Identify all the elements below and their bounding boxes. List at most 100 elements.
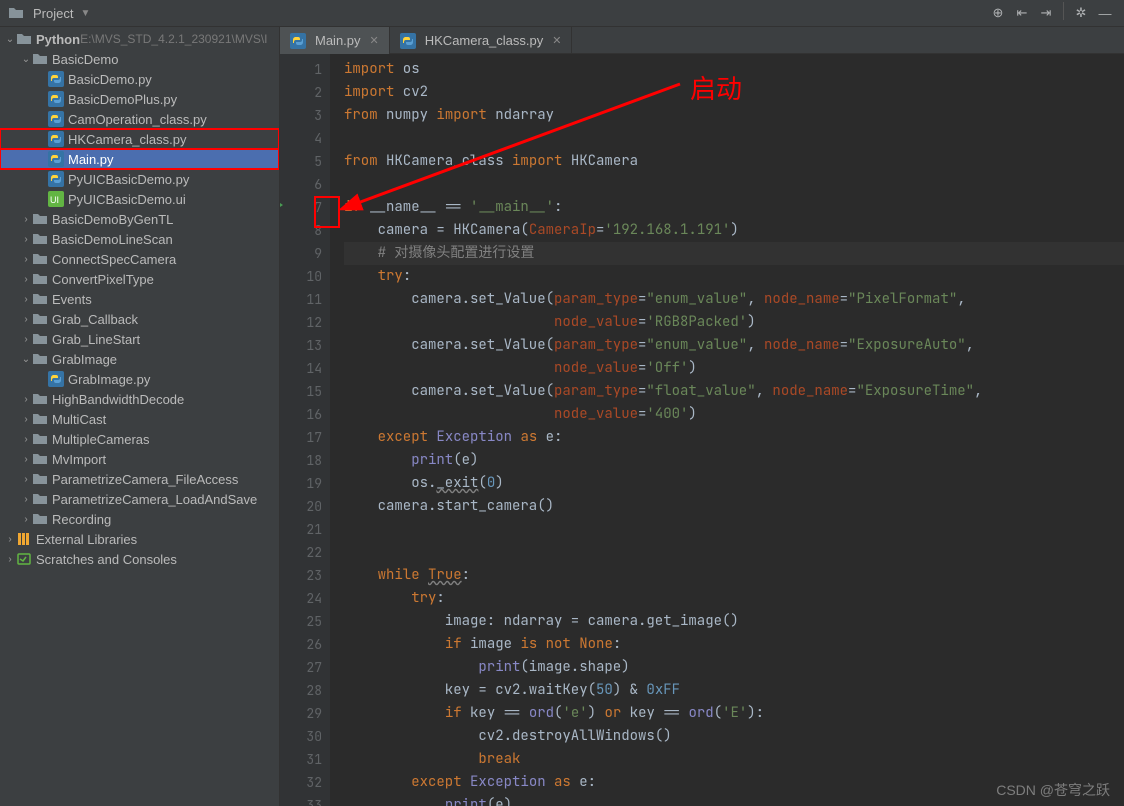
editor-tab[interactable]: HKCamera_class.py✕ xyxy=(390,27,573,54)
dir-icon xyxy=(32,271,48,287)
chevron-icon[interactable]: ⌄ xyxy=(4,34,16,45)
tree-item[interactable]: ›MultipleCameras xyxy=(0,429,279,449)
collapse-icon[interactable]: ⇤ xyxy=(1011,2,1033,24)
code-line[interactable]: try: xyxy=(344,265,1124,288)
tree-item[interactable]: › BasicDemoLineScan xyxy=(0,229,279,249)
code-line[interactable]: key = cv2.waitKey(50) & 0xFF xyxy=(344,679,1124,702)
chevron-icon[interactable]: › xyxy=(20,494,32,505)
code-line[interactable]: break xyxy=(344,748,1124,771)
chevron-icon[interactable]: › xyxy=(20,274,32,285)
chevron-icon[interactable]: › xyxy=(20,214,32,225)
close-icon[interactable]: ✕ xyxy=(370,34,379,47)
svg-text:UI: UI xyxy=(50,195,59,205)
chevron-icon[interactable]: › xyxy=(20,514,32,525)
gear-icon[interactable]: ✲ xyxy=(1070,2,1092,24)
project-panel-header: Project ▼ ⊕ ⇤ ⇥ ✲ — xyxy=(0,0,1124,27)
py-icon xyxy=(48,111,64,127)
tree-item[interactable]: ›Scratches and Consoles xyxy=(0,549,279,569)
code-line[interactable]: node_value='RGB8Packed') xyxy=(344,311,1124,334)
tree-item[interactable]: GrabImage.py xyxy=(0,369,279,389)
dir-icon xyxy=(32,211,48,227)
chevron-icon[interactable]: ⌄ xyxy=(20,354,32,365)
chevron-icon[interactable]: ⌄ xyxy=(20,54,32,65)
code-line[interactable]: camera.set_Value(param_type="enum_value"… xyxy=(344,334,1124,357)
tree-label: BasicDemoLineScan xyxy=(52,232,173,247)
tree-item[interactable]: ⌄Python E:\MVS_STD_4.2.1_230921\MVS\I xyxy=(0,29,279,49)
editor-tab[interactable]: Main.py✕ xyxy=(280,27,390,54)
code-line[interactable]: except Exception as e: xyxy=(344,426,1124,449)
code-line[interactable]: node_value='400') xyxy=(344,403,1124,426)
chevron-icon[interactable]: › xyxy=(20,454,32,465)
chevron-icon[interactable]: › xyxy=(20,294,32,305)
chevron-icon[interactable]: › xyxy=(20,414,32,425)
tree-item[interactable]: ›External Libraries xyxy=(0,529,279,549)
code-line[interactable] xyxy=(344,541,1124,564)
code-line[interactable]: while True: xyxy=(344,564,1124,587)
tree-item[interactable]: CamOperation_class.py xyxy=(0,109,279,129)
code-line[interactable]: node_value='Off') xyxy=(344,357,1124,380)
tree-item[interactable]: ›MultiCast xyxy=(0,409,279,429)
tree-item[interactable]: ›ParametrizeCamera_FileAccess xyxy=(0,469,279,489)
run-highlight-box xyxy=(314,196,340,228)
code-line[interactable]: image: ndarray = camera.get_image() xyxy=(344,610,1124,633)
code-line[interactable]: from numpy import ndarray xyxy=(344,104,1124,127)
code-line[interactable]: camera.start_camera() xyxy=(344,495,1124,518)
chevron-icon[interactable]: › xyxy=(20,394,32,405)
chevron-icon[interactable]: › xyxy=(20,234,32,245)
code-line[interactable]: if __name__ == '__main__': xyxy=(344,196,1124,219)
tree-item[interactable]: ›ConvertPixelType xyxy=(0,269,279,289)
code-line[interactable]: # 对摄像头配置进行设置 xyxy=(344,242,1124,265)
chevron-icon[interactable]: › xyxy=(4,554,16,565)
code-line[interactable] xyxy=(344,173,1124,196)
expand-icon[interactable]: ⇥ xyxy=(1035,2,1057,24)
tree-item[interactable]: PyUICBasicDemo.py xyxy=(0,169,279,189)
chevron-icon[interactable]: › xyxy=(20,474,32,485)
code-editor[interactable]: import osimport cv2from numpy import nda… xyxy=(330,54,1124,806)
code-line[interactable]: from HKCamera_class import HKCamera xyxy=(344,150,1124,173)
tree-item[interactable]: ›Grab_LineStart xyxy=(0,329,279,349)
chevron-icon[interactable]: › xyxy=(20,254,32,265)
code-line[interactable]: try: xyxy=(344,587,1124,610)
code-line[interactable] xyxy=(344,127,1124,150)
tree-item[interactable]: ›ConnectSpecCamera xyxy=(0,249,279,269)
code-line[interactable]: if image is not None: xyxy=(344,633,1124,656)
tree-item[interactable]: ›MvImport xyxy=(0,449,279,469)
tree-item[interactable]: HKCamera_class.py xyxy=(0,129,279,149)
code-line[interactable]: cv2.destroyAllWindows() xyxy=(344,725,1124,748)
code-line[interactable]: camera.set_Value(param_type="float_value… xyxy=(344,380,1124,403)
tree-item[interactable]: ›Events xyxy=(0,289,279,309)
code-line[interactable]: if key == ord('e') or key == ord('E'): xyxy=(344,702,1124,725)
dir-icon xyxy=(32,391,48,407)
divider xyxy=(1063,2,1064,20)
tree-label: BasicDemo xyxy=(52,52,118,67)
run-icon[interactable] xyxy=(280,199,283,211)
tree-label: Recording xyxy=(52,512,111,527)
chevron-icon[interactable]: › xyxy=(20,434,32,445)
chevron-icon[interactable]: › xyxy=(20,334,32,345)
chevron-icon[interactable]: › xyxy=(4,534,16,545)
tree-item[interactable]: BasicDemo.py xyxy=(0,69,279,89)
tree-item[interactable]: UIPyUICBasicDemo.ui xyxy=(0,189,279,209)
code-line[interactable]: os._exit(0) xyxy=(344,472,1124,495)
project-tree[interactable]: ⌄Python E:\MVS_STD_4.2.1_230921\MVS\I⌄Ba… xyxy=(0,27,280,806)
dropdown-icon[interactable]: ▼ xyxy=(80,8,90,19)
tree-item[interactable]: Main.py xyxy=(0,149,279,169)
code-line[interactable]: print(e) xyxy=(344,449,1124,472)
close-icon[interactable]: ✕ xyxy=(552,34,561,47)
code-line[interactable]: camera.set_Value(param_type="enum_value"… xyxy=(344,288,1124,311)
code-line[interactable] xyxy=(344,518,1124,541)
tree-item[interactable]: BasicDemoPlus.py xyxy=(0,89,279,109)
tree-item[interactable]: ⌄ BasicDemo xyxy=(0,49,279,69)
hide-icon[interactable]: — xyxy=(1094,2,1116,24)
tree-item[interactable]: › Recording xyxy=(0,509,279,529)
target-icon[interactable]: ⊕ xyxy=(987,2,1009,24)
code-line[interactable]: camera = HKCamera(CameraIp='192.168.1.19… xyxy=(344,219,1124,242)
code-line[interactable]: print(image.shape) xyxy=(344,656,1124,679)
tree-item[interactable]: ›HighBandwidthDecode xyxy=(0,389,279,409)
tree-item[interactable]: ⌄GrabImage xyxy=(0,349,279,369)
tree-item[interactable]: ›ParametrizeCamera_LoadAndSave xyxy=(0,489,279,509)
py-icon xyxy=(48,131,64,147)
chevron-icon[interactable]: › xyxy=(20,314,32,325)
tree-item[interactable]: ›BasicDemoByGenTL xyxy=(0,209,279,229)
tree-item[interactable]: ›Grab_Callback xyxy=(0,309,279,329)
